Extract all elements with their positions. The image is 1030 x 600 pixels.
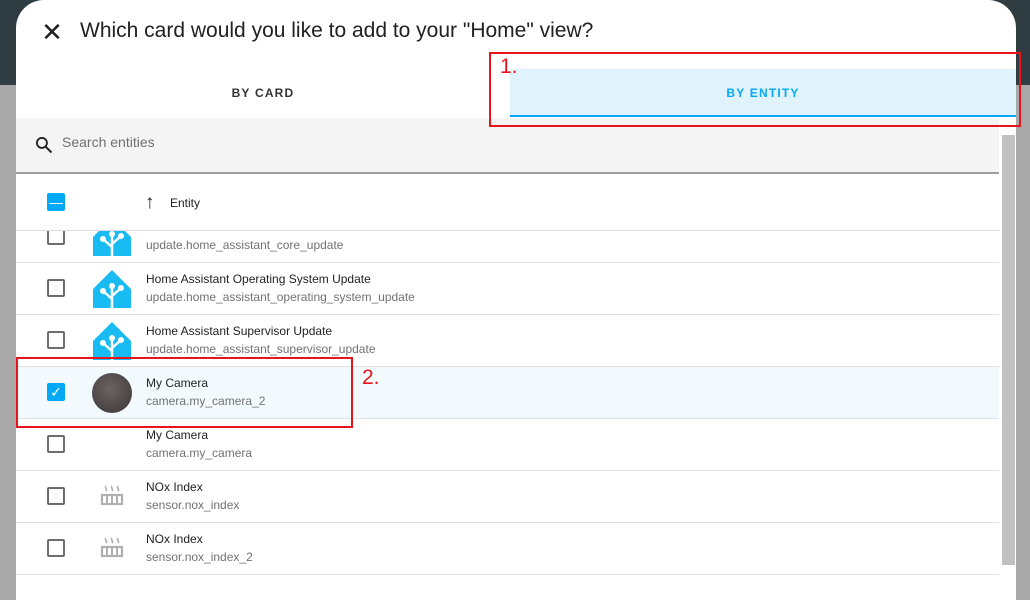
table-header: — ↑ Entity [16, 176, 999, 231]
annotation-label-2: 2. [362, 366, 380, 389]
entity-name: My Camera [146, 428, 209, 442]
radiator-icon [92, 529, 132, 569]
row-checkbox[interactable] [47, 539, 65, 557]
home-assistant-icon [92, 321, 132, 361]
entity-name: Home Assistant Supervisor Update [146, 324, 333, 338]
entity-name: NOx Index [146, 480, 203, 494]
entity-id: update.home_assistant_operating_system_u… [146, 290, 415, 304]
entity-name: NOx Index [146, 532, 203, 546]
close-icon[interactable]: ✕ [40, 19, 64, 45]
home-assistant-icon [92, 269, 132, 309]
select-all-checkbox[interactable]: — [47, 193, 65, 211]
search-input[interactable] [62, 134, 562, 150]
row-checkbox[interactable] [47, 435, 65, 453]
tab-by-card[interactable]: BY CARD [16, 69, 510, 117]
annotation-label-1: 1. [500, 55, 518, 78]
scrollbar[interactable] [1002, 135, 1015, 565]
table-row[interactable]: Home Assistant Operating System Update up… [16, 263, 999, 315]
entity-name: Home Assistant Operating System Update [146, 272, 371, 286]
dialog-title: Which card would you like to add to your… [80, 19, 594, 42]
sort-ascending-icon[interactable]: ↑ [145, 192, 155, 214]
column-header-entity[interactable]: Entity [170, 196, 200, 210]
row-checkbox[interactable] [47, 487, 65, 505]
entity-id: sensor.nox_index [146, 498, 240, 512]
entity-id: update.home_assistant_supervisor_update [146, 342, 376, 356]
table-row[interactable]: NOx Index sensor.nox_index [16, 471, 999, 523]
row-checkbox[interactable] [47, 279, 65, 297]
table-row[interactable]: NOx Index sensor.nox_index_2 [16, 523, 999, 575]
annotation-box-2 [16, 357, 353, 428]
row-checkbox[interactable] [47, 331, 65, 349]
radiator-icon [92, 477, 132, 517]
watermark: CSDN @2345VOR [884, 542, 987, 556]
annotation-box-1 [489, 52, 1021, 127]
search-icon [36, 137, 53, 154]
entity-id: sensor.nox_index_2 [146, 550, 253, 564]
entity-id: camera.my_camera [146, 446, 253, 460]
entity-id: update.home_assistant_core_update [146, 238, 344, 252]
